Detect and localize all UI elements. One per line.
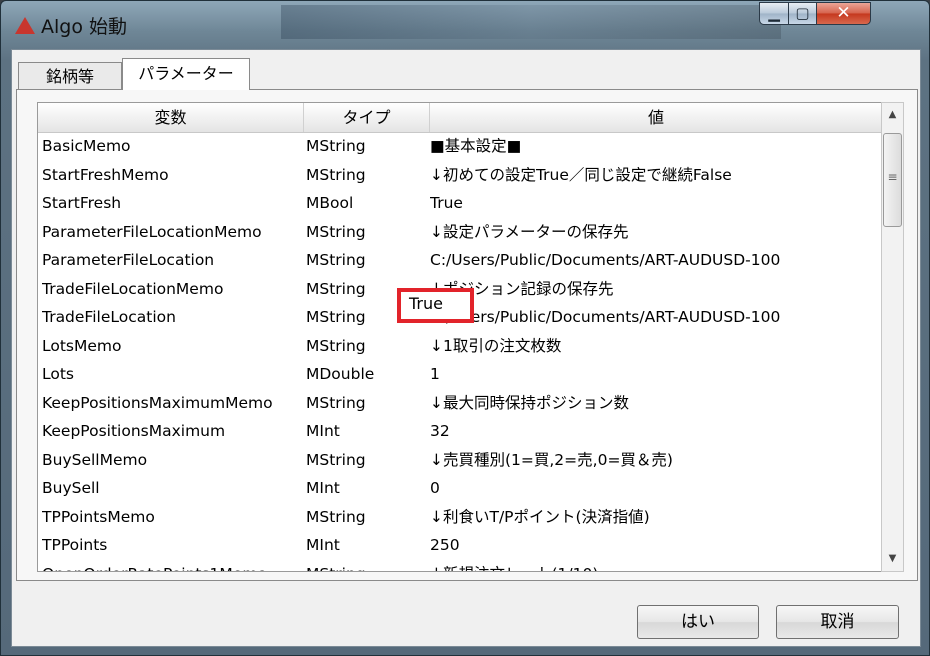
dialog-window: Algo 始動 ▁ ▢ ✕ 銘柄等 パラメーター 変数 タイプ 値 BasicM… xyxy=(0,0,930,656)
table-row[interactable]: BasicMemo MString ■基本設定■ xyxy=(38,132,881,161)
close-button[interactable]: ✕ xyxy=(816,2,871,25)
cancel-button[interactable]: 取消 xyxy=(776,605,899,639)
param-value-cell[interactable]: ↓ポジション記録の保存先 xyxy=(430,275,881,304)
param-name-cell: ParameterFileLocation xyxy=(42,251,215,269)
table-row[interactable]: LotsMemo MString ↓1取引の注文枚数 xyxy=(38,332,881,361)
param-value-cell[interactable]: 0 xyxy=(430,474,881,503)
param-name-cell: TPPoints xyxy=(42,536,108,554)
param-type-cell: MInt xyxy=(306,536,340,554)
param-name-cell: BasicMemo xyxy=(42,137,131,155)
table-row[interactable]: BuySellMemo MString ↓売買種別(1=買,2=売,0=買＆売) xyxy=(38,446,881,475)
dialog-client-area: 銘柄等 パラメーター 変数 タイプ 値 BasicMemo MString ■基本設… xyxy=(11,49,921,647)
param-name-cell: KeepPositionsMaximumMemo xyxy=(42,393,273,412)
highlighted-value[interactable]: True xyxy=(409,294,443,313)
table-row[interactable]: KeepPositionsMaximumMemo MString ↓最大同時保持ポジ… xyxy=(38,389,881,418)
param-name-cell: OpenOrderRatePoints1Memo xyxy=(42,560,304,572)
tab-symbol[interactable]: 銘柄等 xyxy=(18,62,122,90)
param-name-cell: StartFreshMemo xyxy=(42,165,169,184)
title-bar[interactable]: Algo 始動 ▁ ▢ ✕ xyxy=(1,1,929,45)
param-name-cell: Lots xyxy=(42,365,74,383)
table-row[interactable]: KeepPositionsMaximum MInt 32 xyxy=(38,417,881,446)
param-value-cell[interactable]: True xyxy=(430,189,881,218)
scroll-down-icon[interactable]: ▼ xyxy=(882,547,903,571)
scrollbar-thumb[interactable]: ≡ xyxy=(883,133,902,227)
table-row[interactable]: ParameterFileLocationMemo MString ↓設定パラメータ… xyxy=(38,218,881,247)
column-header-value[interactable]: 値 xyxy=(430,103,881,132)
param-name-cell: ParameterFileLocationMemo xyxy=(42,222,262,241)
param-name-cell: TradeFileLocation xyxy=(42,308,176,326)
table-row[interactable]: ParameterFileLocation MString C:/Users/Pub… xyxy=(38,246,881,275)
param-name-cell: BuySellMemo xyxy=(42,450,148,469)
table-row[interactable]: TPPoints MInt 250 xyxy=(38,531,881,560)
scroll-up-icon[interactable]: ▲ xyxy=(882,103,903,127)
param-value-cell[interactable]: C:/Users/Public/Documents/ART-AUDUSD-100 xyxy=(430,303,881,332)
param-value-cell[interactable]: ↓1取引の注文枚数 xyxy=(430,332,881,361)
param-value-cell[interactable]: ↓新規注文レート(1/10) xyxy=(430,560,881,572)
minimize-icon: ▁ xyxy=(768,4,780,22)
param-value-cell[interactable]: ↓初めての設定True／同じ設定で継続False xyxy=(430,161,881,190)
param-value-cell[interactable]: C:/Users/Public/Documents/ART-AUDUSD-100 xyxy=(430,246,881,275)
param-value-cell[interactable]: ↓売買種別(1=買,2=売,0=買＆売) xyxy=(430,446,881,475)
tab-parameters[interactable]: パラメーター xyxy=(122,58,250,90)
highlighted-value-box: True xyxy=(397,288,474,323)
close-icon: ✕ xyxy=(836,3,851,23)
param-type-cell: MString xyxy=(306,251,366,269)
app-icon xyxy=(15,17,35,34)
param-type-cell: MDouble xyxy=(306,365,375,383)
table-row[interactable]: StartFreshMemo MString ↓初めての設定True／同じ設定で継続… xyxy=(38,161,881,190)
param-value-cell[interactable]: ■基本設定■ xyxy=(430,132,881,161)
param-name-cell: TPPointsMemo xyxy=(42,507,155,526)
param-name-cell: KeepPositionsMaximum xyxy=(42,422,226,440)
param-type-cell: MString xyxy=(306,450,366,469)
param-type-cell: MString xyxy=(306,222,366,241)
ok-button[interactable]: はい xyxy=(637,605,759,639)
param-type-cell: MString xyxy=(306,336,366,355)
param-value-cell[interactable]: ↓利食いT/Pポイント(決済指値) xyxy=(430,503,881,532)
param-value-cell[interactable]: 1 xyxy=(430,360,881,389)
param-value-cell[interactable]: ↓設定パラメーターの保存先 xyxy=(430,218,881,247)
param-type-cell: MString xyxy=(306,165,366,184)
table-row[interactable]: BuySell MInt 0 xyxy=(38,474,881,503)
param-type-cell: MBool xyxy=(306,194,354,212)
window-title: Algo 始動 xyxy=(41,16,128,38)
param-name-cell: StartFresh xyxy=(42,194,122,212)
column-header-variable[interactable]: 変数 xyxy=(38,103,304,132)
table-row[interactable]: OpenOrderRatePoints1MemoMString↓新規注文レート(… xyxy=(38,560,881,572)
maximize-button[interactable]: ▢ xyxy=(788,2,817,25)
param-type-cell: MString xyxy=(306,560,430,572)
table-row[interactable]: Lots MDouble 1 xyxy=(38,360,881,389)
minimize-button[interactable]: ▁ xyxy=(759,2,789,25)
param-type-cell: MString xyxy=(306,137,366,155)
grid-header: 変数 タイプ 値 xyxy=(38,103,881,133)
vertical-scrollbar[interactable]: ▲ ≡ ▼ xyxy=(881,102,904,572)
table-row[interactable]: TPPointsMemo MString ↓利食いT/Pポイント(決済指値) xyxy=(38,503,881,532)
maximize-icon: ▢ xyxy=(795,4,810,22)
parameter-grid[interactable]: 変数 タイプ 値 BasicMemo MString ■基本設定■ StartFres… xyxy=(37,102,881,572)
param-type-cell: MInt xyxy=(306,422,340,440)
column-header-type[interactable]: タイプ xyxy=(304,103,430,132)
param-value-cell[interactable]: 250 xyxy=(430,531,881,560)
grip-icon: ≡ xyxy=(887,170,898,184)
table-row[interactable]: StartFresh MBool True xyxy=(38,189,881,218)
param-name-cell: BuySell xyxy=(42,479,100,497)
tab-panel: 変数 タイプ 値 BasicMemo MString ■基本設定■ StartFres… xyxy=(16,89,918,581)
param-type-cell: MInt xyxy=(306,479,340,497)
param-value-cell[interactable]: ↓最大同時保持ポジション数 xyxy=(430,389,881,418)
param-name-cell: LotsMemo xyxy=(42,336,122,355)
param-type-cell: MString xyxy=(306,393,366,412)
param-name-cell: TradeFileLocationMemo xyxy=(42,279,224,298)
param-type-cell: MString xyxy=(306,507,366,526)
param-value-cell[interactable]: 32 xyxy=(430,417,881,446)
titlebar-background xyxy=(281,5,781,39)
